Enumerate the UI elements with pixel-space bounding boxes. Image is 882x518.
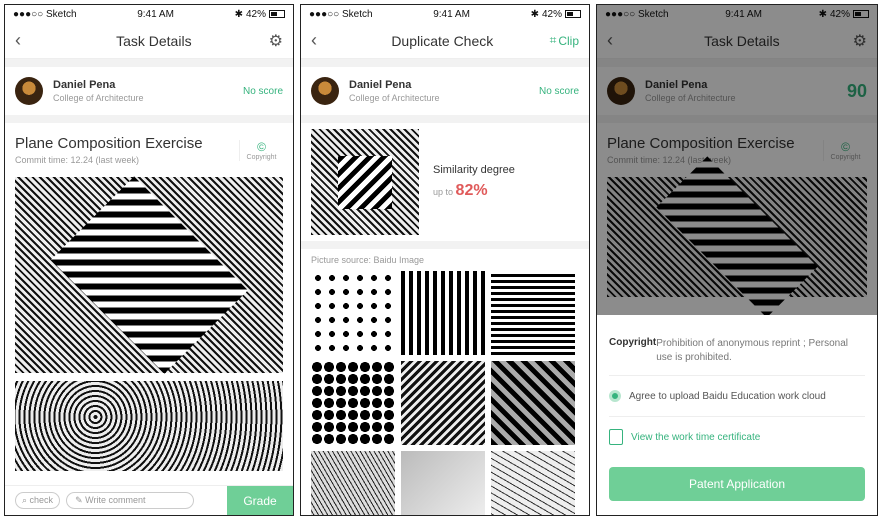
divider: [301, 241, 589, 249]
divider: [301, 115, 589, 123]
copyright-sheet: Copyright Prohibition of anonymous repri…: [597, 315, 877, 515]
crop-icon: ⌗: [549, 33, 557, 47]
similar-image[interactable]: [491, 451, 575, 515]
similar-image[interactable]: [491, 361, 575, 445]
certificate-icon: [609, 429, 623, 445]
status-bar: ●●●○○ Sketch 9:41 AM ✱ 42%: [5, 5, 293, 23]
similarity-value-row: up to 82%: [433, 182, 515, 200]
status-bar: ●●●○○ Sketch 9:41 AM ✱ 42%: [301, 5, 589, 23]
time-text: 9:41 AM: [137, 8, 174, 20]
carrier-text: ●●●○○ Sketch: [13, 8, 77, 20]
copyright-value: Prohibition of anonymous reprint ; Perso…: [656, 338, 848, 363]
clip-label: Clip: [558, 33, 579, 48]
user-row: Daniel Pena College of Architecture No s…: [5, 67, 293, 115]
divider: [5, 59, 293, 67]
similar-image[interactable]: [401, 451, 485, 515]
copyright-button[interactable]: © Copyright: [239, 139, 283, 161]
back-icon[interactable]: ‹: [15, 30, 39, 51]
submitted-thumbnail[interactable]: [311, 129, 419, 235]
patent-screen: ●●●○○ Sketch 9:41 AM ✱ 42% ‹ Task Detail…: [596, 4, 878, 516]
comment-input[interactable]: ✎ Write comment: [66, 492, 195, 509]
divider: [301, 59, 589, 67]
copyright-icon: ©: [257, 139, 266, 154]
work-info: Plane Composition Exercise Commit time: …: [15, 135, 239, 165]
patent-application-button[interactable]: Patent Application: [609, 467, 865, 501]
artwork-image[interactable]: [15, 177, 283, 373]
user-college: College of Architecture: [53, 93, 144, 103]
check-label: check: [29, 495, 54, 505]
similar-image[interactable]: [401, 271, 485, 355]
work-title: Plane Composition Exercise: [15, 135, 203, 152]
certificate-label: View the work time certificate: [631, 431, 761, 443]
similarity-section: Similarity degree up to 82%: [301, 123, 589, 241]
bottom-bar: ⌕ check ✎ Write comment Grade: [5, 485, 293, 515]
user-name: Daniel Pena: [349, 79, 412, 91]
duplicate-check-screen: ●●●○○ Sketch 9:41 AM ✱ 42% ‹ Duplicate C…: [300, 4, 590, 516]
agree-label: Agree to upload Baidu Education work clo…: [629, 390, 826, 402]
similar-images-grid: [301, 271, 589, 515]
similar-image[interactable]: [311, 271, 395, 355]
similar-image[interactable]: [491, 271, 575, 355]
divider: [5, 115, 293, 123]
carrier-text: ●●●○○ Sketch: [309, 8, 373, 20]
battery-icon: [564, 10, 581, 18]
copyright-label: Copyright: [246, 153, 277, 161]
comment-placeholder: Write comment: [85, 495, 146, 505]
artwork-image-2[interactable]: [15, 381, 283, 471]
score: No score: [242, 85, 283, 97]
certificate-link[interactable]: View the work time certificate: [609, 417, 865, 457]
similarity-label: Similarity degree: [433, 164, 515, 176]
bluetooth-icon: ✱: [530, 8, 539, 20]
avatar[interactable]: [311, 77, 339, 105]
user-college: College of Architecture: [349, 93, 440, 103]
agree-option[interactable]: Agree to upload Baidu Education work clo…: [609, 376, 865, 417]
similar-image[interactable]: [401, 361, 485, 445]
time-text: 9:41 AM: [433, 8, 470, 20]
back-icon[interactable]: ‹: [311, 30, 335, 51]
user-info: Daniel Pena College of Architecture: [53, 79, 233, 103]
similarity-prefix: up to: [433, 187, 454, 197]
user-row: Daniel Pena College of Architecture No s…: [301, 67, 589, 115]
check-button[interactable]: ⌕ check: [15, 492, 61, 509]
picture-source: Picture source: Baidu Image: [311, 255, 425, 265]
similar-image[interactable]: [311, 361, 395, 445]
clip-button[interactable]: ⌗ Clip: [550, 33, 579, 48]
work-header: Plane Composition Exercise Commit time: …: [5, 123, 293, 177]
copyright-row: Copyright Prohibition of anonymous repri…: [609, 315, 865, 376]
navbar: ‹ Task Details ⚙: [5, 23, 293, 59]
similarity-info: Similarity degree up to 82%: [433, 164, 515, 200]
battery-icon: [268, 10, 285, 18]
copyright-key: Copyright: [609, 337, 657, 348]
status-right: ✱ 42%: [531, 9, 581, 20]
user-name: Daniel Pena: [53, 79, 116, 91]
battery-text: 42%: [245, 8, 266, 20]
page-title: Task Details: [116, 32, 192, 49]
score: No score: [538, 85, 579, 97]
modal-overlay[interactable]: [597, 5, 877, 315]
similar-image[interactable]: [311, 451, 395, 515]
navbar: ‹ Duplicate Check ⌗ Clip: [301, 23, 589, 59]
similarity-value: 82%: [455, 182, 488, 199]
grade-button[interactable]: Grade: [227, 485, 293, 515]
avatar[interactable]: [15, 77, 43, 105]
status-right: ✱ 42%: [235, 9, 285, 20]
page-title: Duplicate Check: [391, 32, 494, 49]
commit-time: Commit time: 12.24 (last week): [15, 155, 140, 165]
task-details-screen: ●●●○○ Sketch 9:41 AM ✱ 42% ‹ Task Detail…: [4, 4, 294, 516]
gear-icon[interactable]: ⚙: [269, 31, 283, 51]
bluetooth-icon: ✱: [234, 8, 243, 20]
radio-selected-icon[interactable]: [609, 390, 621, 402]
battery-text: 42%: [541, 8, 562, 20]
user-info: Daniel Pena College of Architecture: [349, 79, 529, 103]
